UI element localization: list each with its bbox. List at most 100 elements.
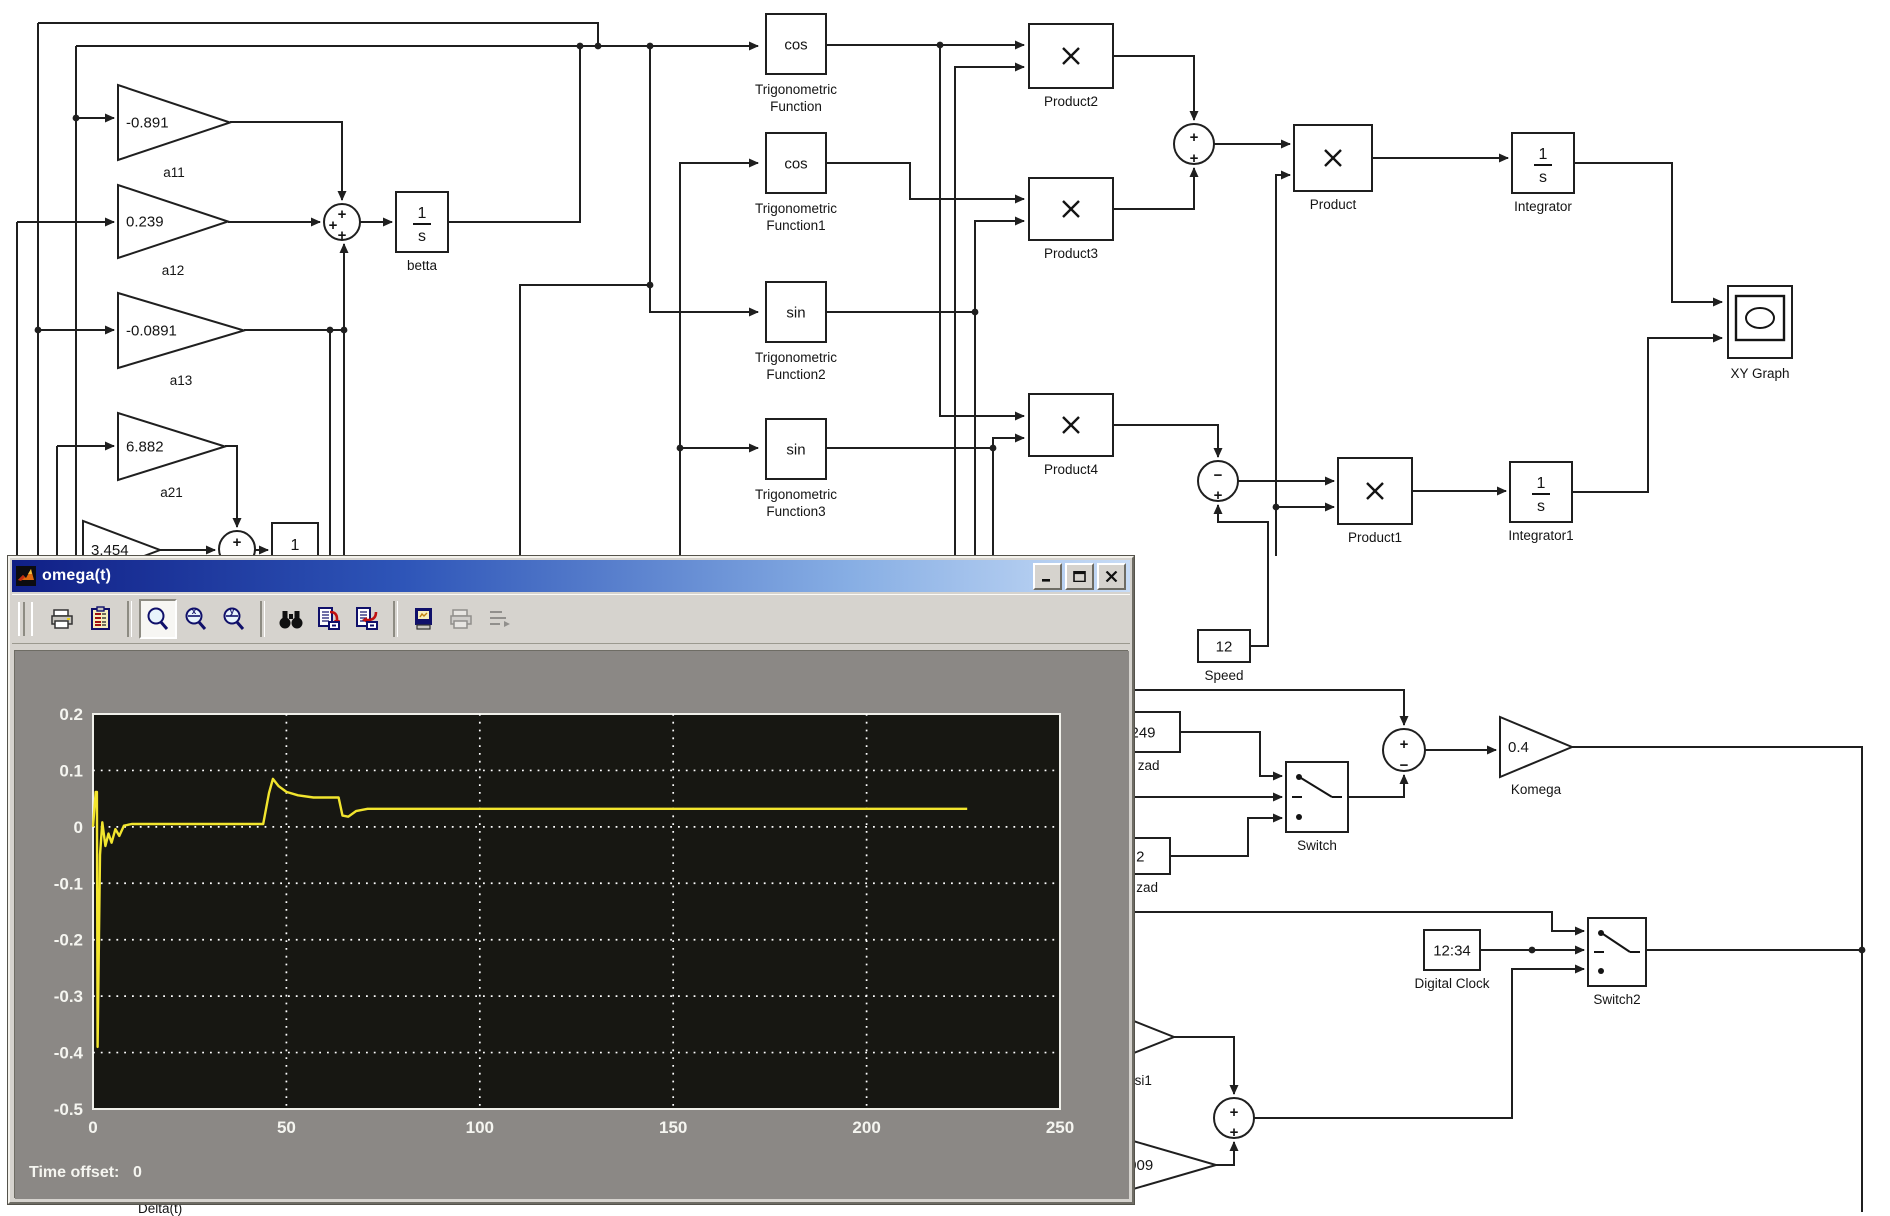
wire	[940, 45, 1024, 416]
block-label: Komega	[1511, 782, 1562, 797]
block-label: betta	[407, 258, 438, 273]
maximize-button[interactable]	[1065, 563, 1094, 590]
sum-sign: −	[1400, 757, 1409, 774]
block-label: Switch	[1297, 838, 1337, 853]
svg-text:y: y	[230, 607, 235, 616]
block-betta[interactable]: 1sbetta	[396, 192, 448, 273]
integrator-numerator: 1	[291, 537, 300, 554]
block-product4[interactable]: Product4	[1029, 394, 1113, 477]
block-xy-graph[interactable]: XY Graph	[1728, 286, 1792, 381]
zoom-button[interactable]	[139, 599, 177, 639]
y-tick-label: 0	[74, 818, 83, 837]
block-switch[interactable]: Switch	[1286, 762, 1348, 853]
wire	[650, 285, 758, 312]
block-product3[interactable]: Product3	[1029, 178, 1113, 261]
block-a21[interactable]: 6.882 a21	[118, 413, 225, 500]
clipboard-icon	[88, 606, 114, 632]
block-label: a21	[160, 485, 183, 500]
scope-plot[interactable]: 0.20.10-0.1-0.2-0.3-0.4-0.50501001502002…	[15, 651, 1129, 1199]
block-a13[interactable]: -0.0891a13	[118, 293, 244, 388]
wire	[1174, 1037, 1234, 1094]
block-label: a12	[162, 263, 185, 278]
scope-window: omega(t) xy 0.20.10-0.1-0.2-0.3-0.4-0.50…	[8, 556, 1134, 1204]
block-label: Product2	[1044, 94, 1098, 109]
block-trig1[interactable]: cosTrigonometricFunction1	[755, 133, 837, 233]
block-speed[interactable]: 12Speed	[1198, 630, 1250, 683]
block-trig[interactable]: cosTrigonometricFunction	[755, 14, 837, 114]
block-label: Function3	[766, 504, 825, 519]
gain-value: -0.891	[126, 115, 169, 132]
wire-junction	[341, 327, 348, 334]
screen: { "app": "Simulink / MATLAB Scope", "col…	[0, 0, 1890, 1216]
parameters-button[interactable]	[82, 599, 120, 639]
save-axes-settings-button[interactable]	[310, 599, 348, 639]
close-button[interactable]	[1097, 563, 1126, 590]
block-sum4[interactable]: ++	[1214, 1098, 1254, 1141]
close-icon	[1105, 571, 1118, 582]
block-sum-pp[interactable]: ++	[1174, 124, 1214, 167]
block-label: Digital Clock	[1414, 976, 1489, 991]
signal-selection-button[interactable]	[481, 599, 519, 639]
sum-sign: +	[338, 206, 347, 223]
scope-titlebar[interactable]: omega(t)	[12, 560, 1130, 592]
block-product2[interactable]: Product2	[1029, 24, 1113, 109]
block-digital-clock[interactable]: 12:34Digital Clock	[1414, 930, 1489, 991]
block-sum1[interactable]: +++	[324, 204, 360, 244]
trig-function-name: cos	[784, 37, 807, 54]
block-product[interactable]: Product	[1294, 125, 1372, 212]
x-tick-label: 50	[277, 1118, 296, 1137]
block-label: XY Graph	[1730, 366, 1789, 381]
trig-function-name: sin	[786, 305, 805, 322]
gain-value: 0.239	[126, 214, 164, 231]
block-integrator1[interactable]: 1 s Integrator1	[1508, 462, 1573, 543]
block-label: Function1	[766, 218, 825, 233]
minimize-button[interactable]	[1033, 563, 1062, 590]
sum-sign: −	[1214, 467, 1223, 484]
wire	[448, 48, 580, 222]
wire	[1180, 732, 1282, 776]
toolbar-grip[interactable]	[18, 602, 25, 636]
block-switch2[interactable]: Switch2	[1588, 918, 1646, 1007]
floating-scope-button[interactable]	[405, 599, 443, 639]
lock-axes-button[interactable]	[443, 599, 481, 639]
trig-function-name: cos	[784, 156, 807, 173]
constant-value: 12	[1216, 639, 1233, 656]
print-button[interactable]	[44, 599, 82, 639]
zoom-x-axis-button[interactable]: x	[177, 599, 215, 639]
toolbar-grip-line	[31, 602, 36, 636]
zoom-y-axis-button[interactable]: y	[215, 599, 253, 639]
sum-sign: +	[1400, 736, 1409, 753]
integrator-denominator: s	[418, 228, 426, 245]
wire	[826, 221, 1024, 312]
sum-sign: +	[329, 217, 338, 234]
block-label: Integrator1	[1508, 528, 1573, 543]
integrator-numerator: 1	[1537, 475, 1546, 492]
x-tick-label: 150	[659, 1118, 687, 1137]
wire	[1133, 912, 1584, 931]
time-offset-value: 0	[133, 1164, 142, 1181]
block-a12[interactable]: 0.239 a12	[118, 185, 228, 278]
restore-axes-settings-button[interactable]	[348, 599, 386, 639]
block-integrator[interactable]: 1sIntegrator	[1512, 133, 1574, 214]
block-komega[interactable]: 0.4Komega	[1500, 717, 1572, 797]
wire	[1254, 969, 1584, 1118]
block-sum-mp[interactable]: −+	[1198, 461, 1238, 504]
y-tick-label: 0.1	[59, 761, 83, 780]
gain-value: 6.882	[126, 439, 164, 456]
y-tick-label: -0.5	[54, 1100, 83, 1119]
toolbar-separator	[260, 601, 265, 637]
block-label: Switch2	[1593, 992, 1640, 1007]
wire	[225, 446, 237, 527]
x-tick-label: 250	[1046, 1118, 1074, 1137]
wire	[1572, 338, 1722, 492]
block-trig2[interactable]: sinTrigonometricFunction2	[755, 282, 837, 382]
integrator-denominator: s	[1537, 498, 1545, 515]
wire	[1113, 425, 1218, 457]
block-product1[interactable]: Product1	[1338, 458, 1412, 545]
block-a11[interactable]: -0.891a11	[118, 85, 230, 180]
autoscale-button[interactable]	[272, 599, 310, 639]
block-label: Product4	[1044, 462, 1099, 477]
sum-sign: +	[1190, 129, 1199, 146]
block-trig3[interactable]: sinTrigonometricFunction3	[755, 419, 837, 519]
block-sum-k[interactable]: +−	[1383, 729, 1425, 774]
